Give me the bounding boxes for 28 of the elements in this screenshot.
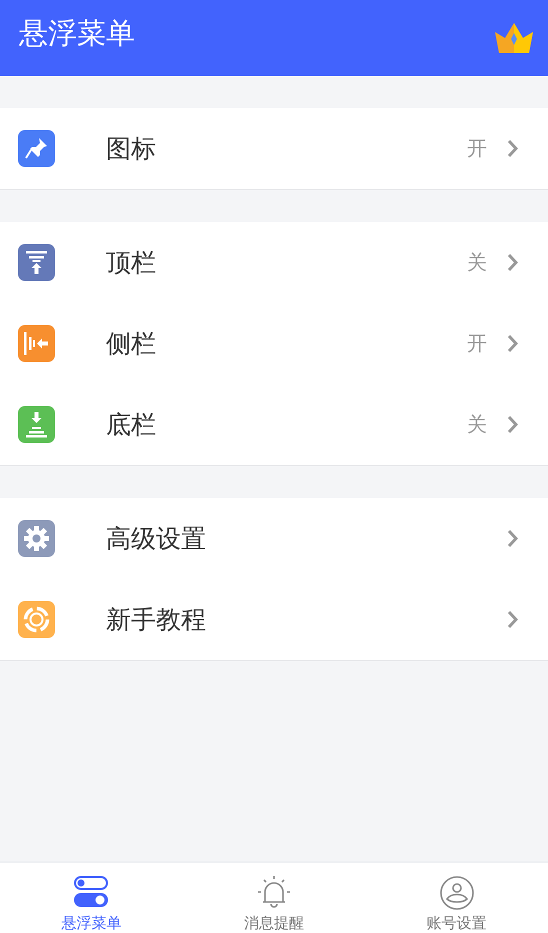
menu-item[interactable]: 侧栏 开: [0, 303, 548, 384]
nav-tab[interactable]: 账号设置: [365, 863, 548, 933]
person-icon: [438, 875, 475, 911]
menu-item[interactable]: 新手教程: [0, 579, 548, 660]
status-text: 开: [467, 330, 487, 357]
menu-label: 顶栏: [106, 247, 157, 279]
chevron-icon: [507, 529, 518, 548]
menu-item[interactable]: 底栏 关: [0, 384, 548, 465]
menu-item[interactable]: 顶栏 关: [0, 222, 548, 303]
chevron-icon: [507, 610, 518, 629]
crown-icon[interactable]: [494, 22, 534, 54]
status-text: 关: [467, 411, 487, 438]
nav-tab[interactable]: 悬浮菜单: [0, 863, 183, 933]
menu-item[interactable]: 高级设置: [0, 498, 548, 579]
nav-tab[interactable]: 消息提醒: [182, 863, 366, 933]
menu-label: 高级设置: [106, 523, 207, 555]
menu-item[interactable]: 图标 开: [0, 108, 548, 189]
menu-label: 侧栏: [106, 328, 157, 360]
status-text: 关: [467, 249, 487, 276]
menu-label: 底栏: [106, 409, 157, 441]
status-text: 开: [467, 135, 487, 162]
chevron-icon: [507, 415, 518, 434]
chevron-icon: [507, 253, 518, 272]
page-title: 悬浮菜单: [19, 15, 135, 52]
menu-label: 新手教程: [106, 604, 207, 636]
chevron-icon: [507, 334, 518, 353]
chevron-icon: [507, 139, 518, 158]
menu-label: 图标: [106, 133, 157, 165]
